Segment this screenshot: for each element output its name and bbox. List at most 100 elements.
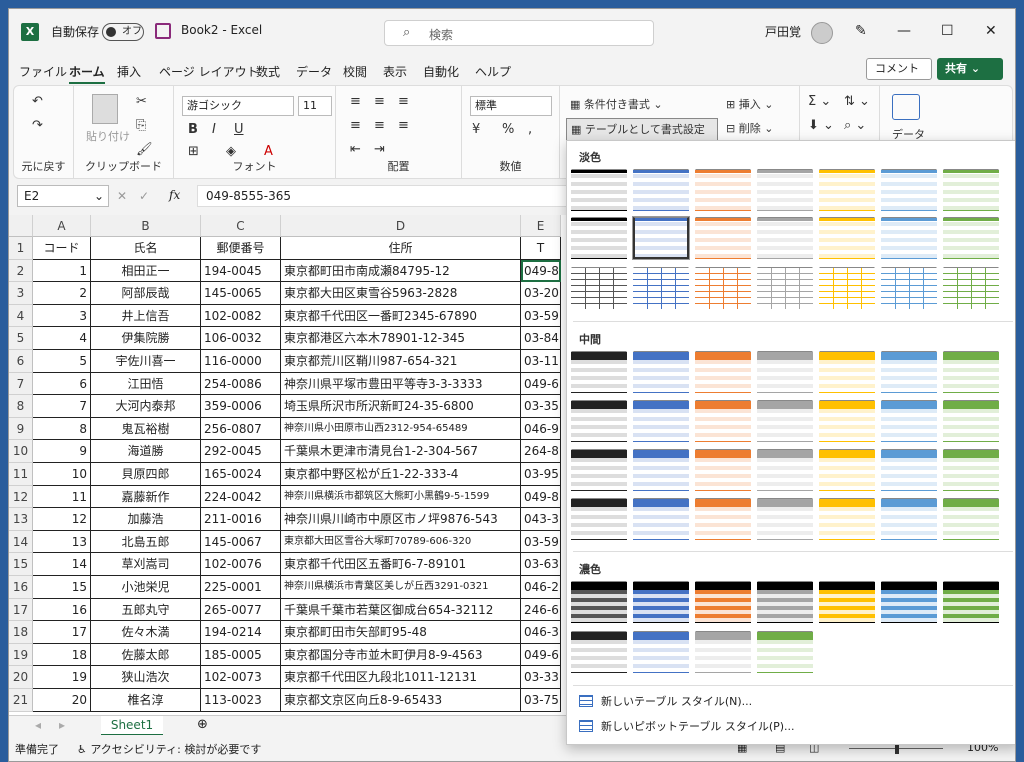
minimize-icon[interactable]: —	[897, 23, 911, 39]
table-cell[interactable]: 265-0077	[201, 598, 281, 622]
table-cell[interactable]: 11	[33, 485, 91, 509]
table-cell[interactable]: 194-0214	[201, 621, 281, 644]
table-style-swatch[interactable]	[571, 267, 627, 309]
row-header[interactable]: 21	[9, 689, 33, 712]
table-style-swatch[interactable]	[819, 267, 875, 309]
table-style-swatch[interactable]	[695, 581, 751, 623]
sort-filter-icon[interactable]: ⇅ ⌄	[844, 94, 870, 109]
table-cell[interactable]: 145-0067	[201, 530, 281, 554]
table-cell[interactable]: 12	[33, 508, 91, 531]
table-cell[interactable]: 359-0006	[201, 395, 281, 418]
fill-icon[interactable]: ⬇ ⌄	[808, 118, 834, 133]
table-cell[interactable]: 佐々木満	[91, 621, 201, 644]
table-cell[interactable]: 03-95	[521, 463, 561, 486]
row-header[interactable]: 11	[9, 463, 33, 486]
undo-icon[interactable]: ↶	[32, 94, 43, 109]
table-cell[interactable]: 東京都大田区東雪谷5963-2828	[281, 282, 521, 305]
outdent-icon[interactable]: ⇥	[374, 142, 385, 157]
table-style-swatch[interactable]	[757, 449, 813, 491]
table-style-swatch[interactable]	[571, 581, 627, 623]
table-style-swatch[interactable]	[571, 169, 627, 211]
table-cell[interactable]: 五郎丸守	[91, 598, 201, 622]
conditional-format-button[interactable]: ▦ 条件付き書式 ⌄	[570, 96, 663, 112]
share-button[interactable]: 共有 ⌄	[937, 58, 1003, 80]
fill-color-icon[interactable]: ◈	[226, 144, 236, 159]
row-header[interactable]: 13	[9, 508, 33, 531]
table-style-swatch[interactable]	[881, 400, 937, 442]
table-style-swatch[interactable]	[571, 400, 627, 442]
table-cell[interactable]: 03-20	[521, 282, 561, 305]
table-cell[interactable]: 106-0032	[201, 327, 281, 350]
table-cell[interactable]: 6	[33, 372, 91, 396]
table-cell[interactable]: 阿部辰哉	[91, 282, 201, 305]
table-cell[interactable]: 116-0000	[201, 350, 281, 373]
table-cell[interactable]: 145-0065	[201, 282, 281, 305]
avatar[interactable]	[811, 22, 833, 44]
cut-icon[interactable]: ✂	[136, 94, 147, 109]
accessibility-status[interactable]: ♿ アクセシビリティ: 検討が必要です	[77, 741, 261, 757]
table-cell[interactable]: 049-6	[521, 643, 561, 667]
table-style-swatch[interactable]	[881, 581, 937, 623]
menu-help[interactable]: ヘルプ	[475, 63, 511, 80]
table-cell[interactable]: 神奈川県川崎市中原区市ノ坪9876-543	[281, 508, 521, 531]
table-cell[interactable]: 埼玉県所沢市所沢新町24-35-6800	[281, 395, 521, 418]
copy-icon[interactable]: ⎘	[136, 118, 146, 133]
menu-review[interactable]: 校閲	[343, 63, 367, 80]
table-style-swatch[interactable]	[632, 216, 690, 260]
table-cell[interactable]: 049-6	[521, 372, 561, 396]
table-cell[interactable]: 03-84	[521, 327, 561, 350]
table-cell[interactable]: 4	[33, 327, 91, 350]
table-cell[interactable]: 東京都荒川区鞘川987-654-321	[281, 350, 521, 373]
table-style-swatch[interactable]	[695, 169, 751, 211]
autosave-toggle[interactable]: オフ	[102, 23, 144, 41]
table-style-swatch[interactable]	[819, 351, 875, 393]
row-header[interactable]: 19	[9, 643, 33, 667]
table-cell[interactable]: 102-0076	[201, 553, 281, 576]
table-style-swatch[interactable]	[819, 449, 875, 491]
align-left-icon[interactable]: ≡	[350, 118, 361, 133]
font-name-select[interactable]: 游ゴシック	[182, 96, 294, 116]
table-cell[interactable]: 194-0045	[201, 259, 281, 283]
table-cell[interactable]: 佐藤太郎	[91, 643, 201, 667]
row-header[interactable]: 6	[9, 350, 33, 373]
table-cell[interactable]: 102-0073	[201, 666, 281, 689]
table-cell[interactable]: 草刈嵩司	[91, 553, 201, 576]
table-style-swatch[interactable]	[881, 217, 937, 259]
table-style-swatch[interactable]	[757, 351, 813, 393]
table-style-swatch[interactable]	[819, 217, 875, 259]
table-style-swatch[interactable]	[819, 400, 875, 442]
table-cell[interactable]: 185-0005	[201, 643, 281, 667]
border-icon[interactable]: ⊞	[188, 144, 199, 159]
table-style-swatch[interactable]	[633, 267, 689, 309]
menu-file[interactable]: ファイル	[19, 63, 67, 80]
table-cell[interactable]: 03-11	[521, 350, 561, 373]
table-cell[interactable]: 7	[33, 395, 91, 418]
table-cell[interactable]: 東京都町田市南成瀬84795-12	[281, 259, 521, 283]
table-style-swatch[interactable]	[633, 351, 689, 393]
analyze-data-icon[interactable]	[892, 94, 920, 120]
indent-icon[interactable]: ⇤	[350, 142, 361, 157]
table-cell[interactable]: 046-9	[521, 417, 561, 441]
underline-button[interactable]: U	[234, 122, 244, 137]
table-cell[interactable]: 東京都町田市矢部町95-48	[281, 621, 521, 644]
table-cell[interactable]: 東京都千代田区九段北1011-12131	[281, 666, 521, 689]
paste-icon[interactable]	[92, 94, 118, 124]
enter-icon[interactable]: ✓	[139, 189, 149, 203]
table-cell[interactable]: 17	[33, 621, 91, 644]
table-style-swatch[interactable]	[819, 498, 875, 540]
table-cell[interactable]: 256-0807	[201, 417, 281, 441]
row-header[interactable]: 16	[9, 576, 33, 599]
table-style-swatch[interactable]	[695, 400, 751, 442]
table-style-swatch[interactable]	[881, 351, 937, 393]
header-cell[interactable]: 住所	[281, 237, 521, 260]
column-header[interactable]: D	[281, 215, 521, 237]
format-painter-icon[interactable]: 🖌	[136, 142, 153, 157]
align-center-icon[interactable]: ≡	[374, 118, 385, 133]
table-style-swatch[interactable]	[571, 449, 627, 491]
autosum-icon[interactable]: Σ ⌄	[808, 94, 831, 109]
table-style-swatch[interactable]	[695, 631, 751, 673]
table-cell[interactable]: 東京都千代田区一番町2345-67890	[281, 304, 521, 328]
table-cell[interactable]: 5	[33, 350, 91, 373]
table-style-swatch[interactable]	[757, 169, 813, 211]
table-cell[interactable]: 千葉県千葉市若葉区御成台654-32112	[281, 598, 521, 622]
